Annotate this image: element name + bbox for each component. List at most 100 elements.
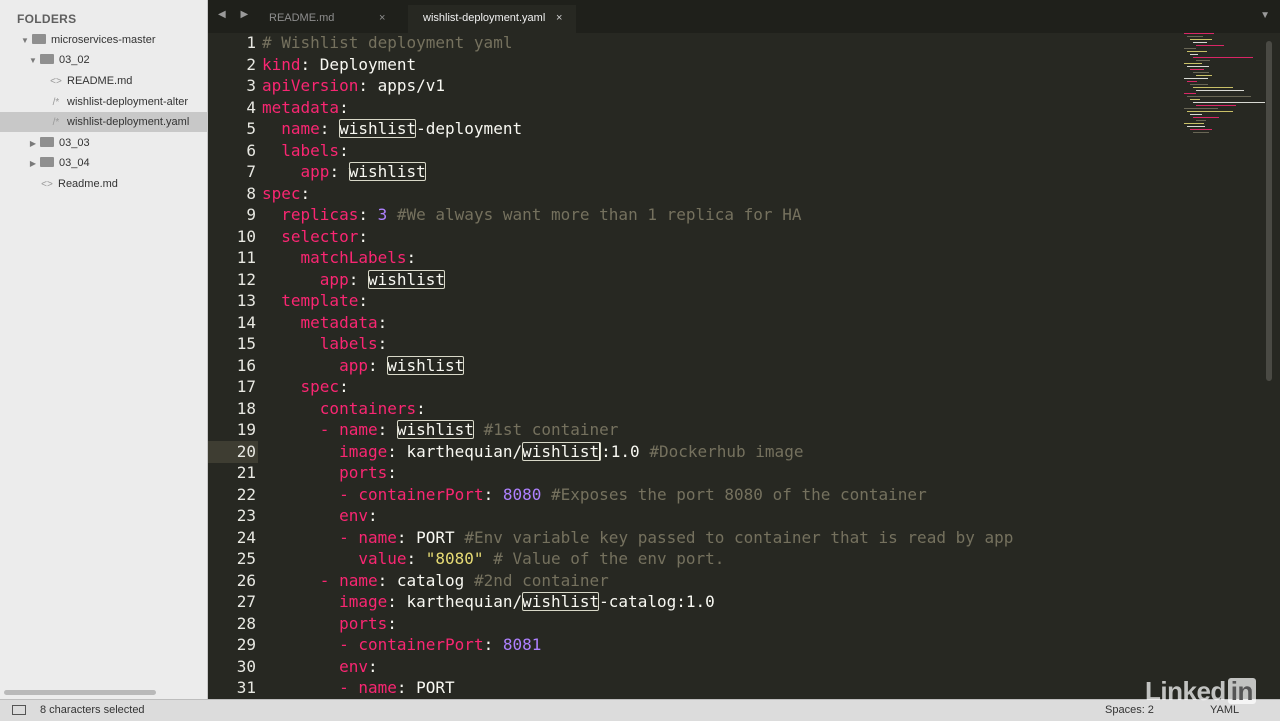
minimap-line <box>1193 42 1207 43</box>
tab-nav-arrows[interactable]: ◀ ▶ <box>218 9 254 20</box>
folders-title: FOLDERS <box>17 12 77 26</box>
line-number: 19 <box>236 420 256 439</box>
minimap-line <box>1184 108 1218 109</box>
line-number: 31 <box>236 678 256 697</box>
line-number: 3 <box>246 76 256 95</box>
watermark-text: Linked <box>1145 676 1226 706</box>
line-number: 16 <box>236 355 256 375</box>
minimap-line <box>1190 99 1200 100</box>
minimap-line <box>1187 96 1251 97</box>
line-number: 15 <box>236 334 256 353</box>
comment-file-icon: /* <box>52 117 60 128</box>
chevron-down-icon[interactable]: ▼ <box>1260 10 1270 21</box>
code-line: app: wishlist <box>300 162 426 181</box>
line-number: 30 <box>236 656 256 676</box>
tab-label: README.md <box>269 12 335 24</box>
minimap-line <box>1184 123 1204 124</box>
tree-file-readme[interactable]: <> README.md <box>50 71 132 91</box>
tree-folder-microservices-master[interactable]: ▼ microservices-master <box>20 30 155 50</box>
tab-wishlist-deployment[interactable]: wishlist-deployment.yaml × <box>408 5 576 33</box>
code-line: name: wishlist-deployment <box>281 119 523 138</box>
code-line: ports: <box>339 613 397 633</box>
minimap-line <box>1196 60 1210 61</box>
tab-readme[interactable]: README.md × <box>250 5 400 33</box>
chevron-right-icon: ▶ <box>29 159 37 168</box>
code-line: image: karthequian/wishlist:1.0 #Dockerh… <box>339 441 804 461</box>
code-line: - name: PORT #Env variable key passed to… <box>339 527 1014 547</box>
minimap-line <box>1187 36 1203 37</box>
sidebar: FOLDERS ▼ microservices-master ▼ 03_02 <> R… <box>0 0 208 699</box>
line-number: 21 <box>236 463 256 482</box>
minimap-line <box>1193 102 1265 103</box>
line-number: 9 <box>246 205 256 224</box>
close-icon[interactable]: × <box>556 5 562 31</box>
line-number: 14 <box>236 312 256 332</box>
tree-file-readme-root[interactable]: <> Readme.md <box>41 174 118 194</box>
tree-item-label: wishlist-deployment-alter <box>67 96 189 108</box>
close-icon[interactable]: × <box>379 5 385 31</box>
minimap[interactable] <box>1180 33 1268 153</box>
code-line: metadata: <box>300 312 388 332</box>
code-line: app: wishlist <box>339 355 465 375</box>
minimap-line <box>1196 120 1206 121</box>
code-line: env: <box>339 506 378 525</box>
status-bar: 8 characters selected Spaces: 2 YAML <box>0 699 1280 721</box>
line-number: 10 <box>236 226 256 246</box>
code-file-icon: <> <box>41 179 53 190</box>
code-line: template: <box>281 291 368 310</box>
minimap-line <box>1193 132 1209 133</box>
code-line: - name: wishlist #1st container <box>319 420 619 439</box>
code-line: ports: <box>339 463 397 482</box>
selection-status: 8 characters selected <box>40 704 145 716</box>
line-number: 4 <box>246 97 256 117</box>
minimap-line <box>1190 84 1208 85</box>
code-line: replicas: 3 #We always want more than 1 … <box>281 205 802 224</box>
line-number: 12 <box>236 269 256 289</box>
line-number: 22 <box>236 484 256 504</box>
minimap-line <box>1187 66 1209 67</box>
minimap-line <box>1184 63 1202 64</box>
panel-toggle-icon[interactable] <box>12 705 26 715</box>
code-file-icon: <> <box>50 76 62 87</box>
minimap-line <box>1193 87 1233 88</box>
sidebar-scrollbar[interactable] <box>4 690 156 695</box>
tree-folder-03_04[interactable]: ▶ 03_04 <box>28 153 90 173</box>
tree-file-wishlist-deployment-yaml[interactable]: /* wishlist-deployment.yaml <box>0 112 207 132</box>
tree-folder-03_03[interactable]: ▶ 03_03 <box>28 133 90 153</box>
code-editor[interactable]: 1 2 3 4 5 6 7 8 9 10 11 12 13 14 15 16 17 18 19 20 21 22 23 24 2… <box>208 33 1280 699</box>
line-number: 8 <box>246 183 256 203</box>
line-number: 5 <box>246 119 256 138</box>
code-line: labels: <box>319 334 388 353</box>
line-number: 27 <box>236 592 256 611</box>
linkedin-watermark: Linked in <box>1145 676 1256 707</box>
folder-icon <box>40 157 54 168</box>
minimap-line <box>1196 75 1212 76</box>
code-line: - containerPort: 8080 #Exposes the port … <box>339 484 927 504</box>
minimap-line <box>1184 93 1196 94</box>
comment-file-icon: /* <box>52 97 60 108</box>
line-number: 1 <box>246 33 256 52</box>
minimap-line <box>1184 78 1208 79</box>
line-number: 6 <box>246 140 256 160</box>
code-line: - name: PORT <box>339 678 455 697</box>
code-line: apiVersion: apps/v1 <box>262 76 446 95</box>
code-line: containers: <box>319 398 426 418</box>
tree-folder-03_02[interactable]: ▼ 03_02 <box>28 50 90 70</box>
tree-item-label: 03_02 <box>59 54 90 66</box>
minimap-line <box>1196 105 1236 106</box>
line-number: 29 <box>236 635 256 654</box>
editor-scrollbar[interactable] <box>1266 41 1272 381</box>
minimap-line <box>1193 72 1209 73</box>
minimap-line <box>1190 114 1202 115</box>
tree-file-wishlist-deployment-alter[interactable]: /* wishlist-deployment-alter <box>50 92 188 112</box>
code-line: labels: <box>281 140 349 160</box>
minimap-line <box>1184 33 1214 34</box>
code-line: - name: catalog #2nd container <box>319 570 609 590</box>
watermark-badge: in <box>1227 678 1256 704</box>
code-line: # Wishlist deployment yaml <box>262 33 513 52</box>
tree-item-label: Readme.md <box>58 178 118 190</box>
code-line: metadata: <box>262 97 349 117</box>
line-number: 18 <box>236 398 256 418</box>
minimap-line <box>1190 39 1212 40</box>
code-line: image: karthequian/wishlist-catalog:1.0 <box>339 592 715 611</box>
